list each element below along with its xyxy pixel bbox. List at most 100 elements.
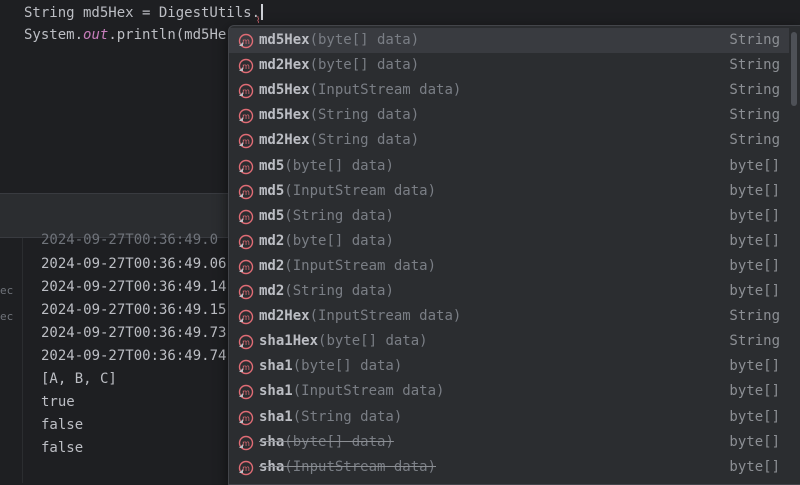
completion-item[interactable]: m sha(InputStream data) byte[] bbox=[229, 455, 789, 480]
completion-item-signature: md5Hex(String data) bbox=[259, 106, 419, 125]
completion-item-signature: md2Hex(String data) bbox=[259, 131, 419, 150]
completion-item[interactable]: m md5(String data) byte[] bbox=[229, 204, 789, 229]
method-name: sha1Hex bbox=[259, 333, 319, 350]
method-params: (byte[] data) bbox=[284, 157, 394, 174]
completion-item[interactable]: m md2(String data) byte[] bbox=[229, 279, 789, 304]
method-params: (InputStream data) bbox=[309, 308, 462, 325]
return-type: String bbox=[729, 32, 780, 48]
method-params: (InputStream data) bbox=[309, 82, 462, 99]
completion-item[interactable]: m sha1(InputStream data) byte[] bbox=[229, 379, 789, 404]
console-line-partial: 2024-09-27T00:36:49.0 bbox=[41, 232, 219, 248]
svg-text:m: m bbox=[242, 464, 250, 473]
method-params: (String data) bbox=[284, 283, 394, 299]
method-icon: m bbox=[238, 435, 254, 451]
completion-item-signature: md5(String data) bbox=[259, 207, 394, 226]
completion-item[interactable]: m sha1(String data) byte[] bbox=[229, 405, 789, 430]
method-icon: m bbox=[238, 184, 254, 200]
popup-scroll-thumb[interactable] bbox=[791, 32, 797, 106]
completion-item[interactable]: m md5(byte[] data) byte[] bbox=[229, 154, 789, 179]
method-params: (String data) bbox=[309, 107, 420, 124]
method-params: (byte[] data) bbox=[284, 232, 394, 249]
return-type: byte[] bbox=[729, 257, 780, 274]
completion-item[interactable]: m sha1Hex(byte[] data) String bbox=[229, 329, 789, 354]
completion-item-signature: md2(InputStream data) bbox=[259, 257, 436, 276]
method-name: md2Hex bbox=[259, 308, 310, 325]
completion-item[interactable]: m md5Hex(byte[] data) String bbox=[229, 28, 789, 53]
return-type: String bbox=[729, 132, 780, 149]
code-line-2[interactable]: System.out.println(md5He bbox=[24, 25, 226, 45]
console-line: 2024-09-27T00:36:49.73 bbox=[41, 325, 227, 341]
svg-text:m: m bbox=[242, 388, 250, 397]
completion-item[interactable]: m md5(InputStream data) byte[] bbox=[229, 179, 789, 204]
return-type: String bbox=[729, 107, 780, 124]
return-type: String bbox=[729, 333, 780, 350]
svg-text:m: m bbox=[242, 87, 250, 96]
completion-item[interactable]: m md2(byte[] data) byte[] bbox=[229, 229, 789, 254]
svg-text:m: m bbox=[242, 263, 250, 272]
code-line-2-prefix: System. bbox=[24, 27, 84, 43]
completion-item[interactable]: m md5Hex(InputStream data) String bbox=[229, 78, 789, 103]
method-icon: m bbox=[238, 284, 254, 300]
completion-item[interactable]: m md2Hex(byte[] data) String bbox=[229, 53, 789, 78]
svg-text:m: m bbox=[242, 188, 250, 197]
svg-text:m: m bbox=[242, 112, 250, 121]
method-icon: m bbox=[238, 159, 254, 175]
method-params: (String data) bbox=[284, 207, 394, 224]
console-line: false bbox=[41, 440, 84, 456]
method-name: sha bbox=[259, 433, 285, 450]
completion-item[interactable]: m sha1(byte[] data) byte[] bbox=[229, 354, 789, 379]
completion-item-signature: sha1(InputStream data) bbox=[259, 382, 444, 401]
completion-item[interactable]: m md2(InputStream data) byte[] bbox=[229, 254, 789, 279]
method-icon: m bbox=[238, 334, 254, 350]
completion-item-signature: sha1(String data) bbox=[259, 408, 402, 427]
method-params: (byte[] data) bbox=[292, 358, 403, 375]
return-type: byte[] bbox=[729, 182, 780, 199]
method-name: md2 bbox=[259, 257, 285, 274]
console-line: true bbox=[41, 394, 75, 410]
console-line: false bbox=[41, 417, 84, 433]
method-icon: m bbox=[238, 234, 254, 250]
code-line-1[interactable]: String md5Hex = DigestUtils. bbox=[24, 3, 264, 23]
method-icon: m bbox=[238, 133, 254, 149]
code-line-2-suffix: .println(md5He bbox=[108, 27, 227, 43]
method-name: sha1 bbox=[259, 383, 293, 400]
method-name: md5Hex bbox=[259, 32, 310, 48]
gutter-label: ec bbox=[0, 284, 14, 297]
completion-item-signature: md2Hex(byte[] data) bbox=[259, 56, 419, 75]
svg-text:m: m bbox=[242, 238, 250, 247]
svg-text:m: m bbox=[242, 338, 250, 347]
method-name: md2Hex bbox=[259, 57, 310, 74]
method-params: (byte[] data) bbox=[318, 333, 428, 350]
console-line: 2024-09-27T00:36:49.14 bbox=[41, 279, 227, 295]
console-line: 2024-09-27T00:36:49.15 bbox=[41, 302, 227, 318]
method-icon: m bbox=[238, 309, 254, 325]
method-icon: m bbox=[238, 33, 254, 49]
completion-item-signature: sha(byte[] data) bbox=[259, 433, 394, 452]
completion-item[interactable]: m md5Hex(String data) String bbox=[229, 103, 789, 128]
console-line: 2024-09-27T00:36:49.06 bbox=[41, 256, 227, 272]
return-type: byte[] bbox=[729, 358, 780, 375]
completion-item-signature: md5Hex(byte[] data) bbox=[259, 31, 419, 50]
method-params: (InputStream data) bbox=[284, 257, 437, 274]
method-name: sha1 bbox=[259, 358, 293, 375]
svg-text:m: m bbox=[242, 137, 250, 146]
method-params: (InputStream data) bbox=[284, 458, 437, 475]
method-icon: m bbox=[238, 108, 254, 124]
return-type: String bbox=[729, 82, 780, 99]
text-caret bbox=[261, 4, 264, 20]
return-type: byte[] bbox=[729, 383, 780, 400]
completion-item-signature: md5Hex(InputStream data) bbox=[259, 81, 461, 100]
method-params: (byte[] data) bbox=[284, 433, 394, 450]
return-type: byte[] bbox=[729, 408, 780, 425]
completion-item[interactable]: m sha(byte[] data) byte[] bbox=[229, 430, 789, 455]
code-completion-popup[interactable]: m md5Hex(byte[] data) String m md2Hex(byte[]… bbox=[228, 25, 800, 485]
console-gutter: ec ec bbox=[0, 238, 23, 483]
completion-item[interactable]: m md2Hex(String data) String bbox=[229, 128, 789, 153]
method-name: md2Hex bbox=[259, 132, 310, 149]
method-name: md2 bbox=[259, 283, 285, 299]
return-type: byte[] bbox=[729, 157, 780, 174]
svg-text:m: m bbox=[242, 213, 250, 222]
svg-text:m: m bbox=[242, 288, 250, 297]
return-type: byte[] bbox=[729, 232, 780, 249]
completion-item[interactable]: m md2Hex(InputStream data) String bbox=[229, 304, 789, 329]
